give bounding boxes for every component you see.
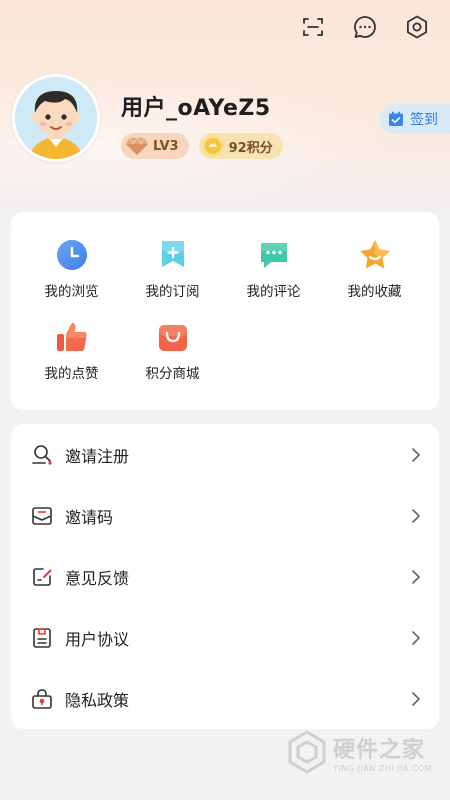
- diamond-icon: [125, 134, 149, 158]
- comment-icon: [257, 238, 291, 272]
- menu-privacy-policy[interactable]: 隐私政策: [11, 668, 439, 729]
- agreement-icon: [31, 627, 53, 649]
- watermark-title: 硬件之家: [333, 737, 426, 763]
- menu-label: 邀请码: [65, 507, 114, 527]
- menu-user-agreement[interactable]: 用户协议: [11, 607, 439, 668]
- feature-points-mall[interactable]: 积分商城: [122, 320, 223, 382]
- star-icon: [358, 238, 392, 272]
- subscribe-icon: [156, 238, 190, 272]
- signin-label: 签到: [410, 112, 438, 128]
- feature-label: 我的订阅: [145, 284, 200, 300]
- feature-label: 我的浏览: [44, 284, 99, 300]
- username[interactable]: 用户_oAYeZ5: [121, 90, 271, 122]
- level-badge[interactable]: LV3: [121, 133, 189, 159]
- chevron-right-icon: [411, 508, 421, 524]
- menu-label: 意见反馈: [65, 568, 130, 588]
- menu-feedback[interactable]: 意见反馈: [11, 546, 439, 607]
- chevron-right-icon: [411, 447, 421, 463]
- feature-likes[interactable]: 我的点赞: [21, 320, 122, 382]
- feature-label: 积分商城: [145, 366, 200, 382]
- watermark: 硬件之家 YING JIAN ZHI JIA.COM: [287, 730, 432, 774]
- invite-user-icon: [31, 444, 53, 466]
- thumbs-up-icon: [55, 320, 89, 354]
- chevron-right-icon: [411, 691, 421, 707]
- settings-menu-card: 邀请注册 邀请码 意见反馈 用户协议 隐私政策: [11, 424, 439, 729]
- top-toolbar: [298, 12, 432, 42]
- feature-favorites[interactable]: 我的收藏: [324, 238, 425, 300]
- level-label: LV3: [153, 138, 179, 154]
- menu-label: 隐私政策: [65, 690, 130, 710]
- menu-label: 用户协议: [65, 629, 130, 649]
- menu-invite-register[interactable]: 邀请注册: [11, 424, 439, 485]
- points-badge[interactable]: 92积分: [198, 133, 283, 159]
- points-label: 92积分: [228, 140, 273, 156]
- history-icon: [55, 238, 89, 272]
- feature-comments[interactable]: 我的评论: [223, 238, 324, 300]
- chevron-right-icon: [411, 630, 421, 646]
- feature-browse-history[interactable]: 我的浏览: [21, 238, 122, 300]
- watermark-subtitle: YING JIAN ZHI JIA.COM: [333, 763, 432, 773]
- avatar[interactable]: [12, 74, 100, 162]
- feedback-icon: [31, 566, 53, 588]
- calendar-check-icon: [388, 111, 404, 127]
- feature-subscriptions[interactable]: 我的订阅: [122, 238, 223, 300]
- feature-label: 我的点赞: [44, 366, 99, 382]
- envelope-icon: [31, 505, 53, 527]
- signin-button[interactable]: 签到: [380, 104, 450, 134]
- scan-icon[interactable]: [298, 12, 328, 42]
- menu-label: 邀请注册: [65, 446, 130, 466]
- privacy-lock-icon: [31, 688, 53, 710]
- watermark-logo-icon: [287, 730, 327, 774]
- shopping-bag-icon: [156, 320, 190, 354]
- feature-label: 我的收藏: [347, 284, 402, 300]
- coin-icon: [201, 134, 225, 158]
- features-card: 我的浏览 我的订阅 我的评论 我的收藏 我的点赞 积分商城: [11, 212, 439, 410]
- feature-label: 我的评论: [246, 284, 301, 300]
- menu-invite-code[interactable]: 邀请码: [11, 485, 439, 546]
- message-icon[interactable]: [350, 12, 380, 42]
- chevron-right-icon: [411, 569, 421, 585]
- settings-icon[interactable]: [402, 12, 432, 42]
- user-badges: LV3 92积分: [121, 133, 283, 159]
